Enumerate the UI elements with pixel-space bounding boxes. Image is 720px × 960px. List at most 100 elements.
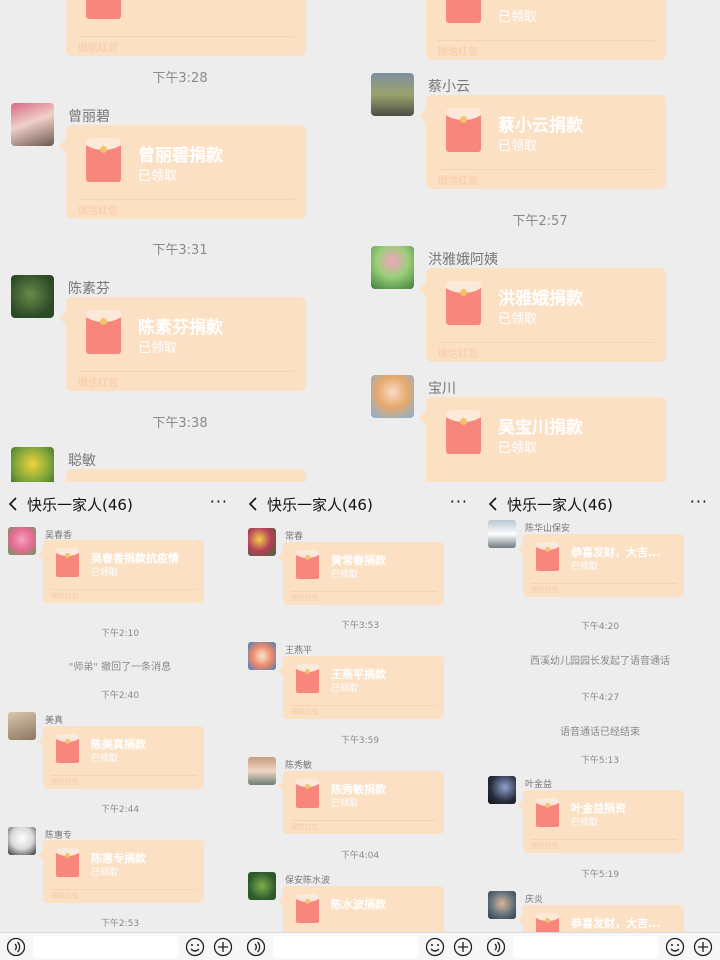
red-packet-title: 陈美真捐款 [91,738,146,751]
avatar[interactable] [11,275,54,318]
emoji-icon[interactable] [425,937,445,957]
avatar[interactable] [371,73,414,116]
timestamp: 下午3:31 [152,243,208,258]
system-message: 西溪幼儿园园长发起了语音通话 [530,656,670,667]
red-packet-status: 已领取 [331,799,359,809]
zoomed-chat-left: 微信红包 下午3:28 曾丽碧 曾丽碧捐款 已领取 微信红包 下午3:31 陈素… [0,0,360,482]
red-packet-label: 微信红包 [531,583,676,595]
message-input[interactable] [33,936,178,958]
red-envelope-icon [296,894,319,923]
system-message: 语音通话已经结束 [560,727,640,738]
red-packet-card[interactable]: 微信红包 [66,0,306,56]
avatar[interactable] [248,872,276,900]
avatar[interactable] [248,757,276,785]
more-icon[interactable]: ··· [210,492,228,511]
emoji-icon[interactable] [185,937,205,957]
sender-name: 曾丽碧 [68,109,110,125]
red-packet-card[interactable]: 叶金益捐资 已领取 微信红包 [518,790,684,853]
red-packet-title: 陈水波捐款 [331,898,386,911]
input-bar [480,932,720,960]
red-envelope-icon [56,734,79,763]
sender-name: 陈华山保安 [525,524,571,534]
chat-panel-3: 快乐一家人(46) ··· 陈华山保安 恭喜发财，大吉... 已领取 微信红包 … [480,482,720,960]
avatar[interactable] [8,527,36,555]
red-packet-card[interactable]: 吴春香捐款抗疫情 已领取 微信红包 [38,540,204,603]
red-packet-card[interactable] [66,469,306,482]
message-input[interactable] [513,936,658,958]
red-packet-card[interactable]: 曾丽碧捐款 已领取 微信红包 [59,125,306,219]
chat-panel-1: 快乐一家人(46) ··· 吴春香 吴春香捐款抗疫情 已领取 微信红包 下午2:… [0,482,240,960]
sender-name: 美真 [45,716,64,726]
plus-icon[interactable] [213,937,233,957]
plus-icon[interactable] [453,937,473,957]
voice-icon[interactable] [246,937,266,957]
system-message: "师弟" 撤回了一条消息 [68,662,172,673]
chat-title: 快乐一家人(46) [27,496,133,514]
chat-title: 快乐一家人(46) [267,496,373,514]
red-packet-status: 已领取 [498,441,538,456]
avatar[interactable] [371,375,414,418]
chat-panel-2: 快乐一家人(46) ··· 常春 黄常春捐款 已领取 微信红包 下午3:53 王… [240,482,480,960]
avatar[interactable] [248,642,276,670]
plus-icon[interactable] [693,937,713,957]
timestamp: 下午3:28 [152,71,208,86]
sender-name: 王燕平 [285,646,313,656]
red-packet-title: 洪雅娥捐款 [498,289,583,309]
chat-header: 快乐一家人(46) ··· [480,482,720,526]
zoomed-chat-section: 微信红包 下午3:28 曾丽碧 曾丽碧捐款 已领取 微信红包 下午3:31 陈素… [0,0,720,482]
sender-name: 洪雅娥阿姨 [428,252,498,268]
red-packet-card[interactable]: 黄常春捐款 已领取 微信红包 [278,542,444,605]
avatar[interactable] [488,520,516,548]
red-envelope-icon [536,542,559,571]
timestamp: 下午3:53 [340,621,380,631]
chat-title: 快乐一家人(46) [507,496,613,514]
red-packet-card[interactable]: 洪雅娥捐款 已领取 微信红包 [419,268,666,362]
sender-name: 宝川 [428,381,456,397]
red-packet-card[interactable]: 已领取 微信红包 [426,0,666,60]
avatar[interactable] [371,246,414,289]
chevron-left-icon[interactable] [248,494,258,514]
red-envelope-icon [446,108,481,152]
red-packet-card[interactable]: 陈美真捐款 已领取 微信红包 [38,726,204,789]
voice-icon[interactable] [6,937,26,957]
red-envelope-icon [296,664,319,693]
red-envelope-icon [446,281,481,325]
red-packet-label: 微信红包 [51,589,196,601]
red-packet-card[interactable]: 蔡小云捐款 已领取 微信红包 [419,95,666,189]
timestamp: 下午5:19 [580,870,620,880]
red-envelope-icon [446,410,481,454]
red-envelope-icon [86,0,121,19]
red-packet-title: 蔡小云捐款 [498,116,583,136]
chevron-left-icon[interactable] [8,494,18,514]
avatar[interactable] [488,891,516,919]
avatar[interactable] [11,103,54,146]
emoji-icon[interactable] [665,937,685,957]
avatar[interactable] [248,528,276,556]
red-packet-title: 吴春香捐款抗疫情 [91,552,179,565]
red-packet-card[interactable]: 陈秀敏捐款 已领取 微信红包 [278,771,444,834]
sender-name: 蔡小云 [428,79,470,95]
chevron-left-icon[interactable] [488,494,498,514]
sender-name: 叶金益 [525,780,553,790]
voice-icon[interactable] [486,937,506,957]
red-packet-title: 陈素芬捐款 [138,318,223,338]
input-bar [240,932,480,960]
red-packet-card[interactable]: 吴宝川捐款 已领取 [419,397,666,482]
avatar[interactable] [488,776,516,804]
red-packet-card[interactable]: 王燕平捐款 已领取 微信红包 [278,656,444,719]
timestamp: 下午4:27 [580,693,620,703]
red-packet-title: 曾丽碧捐款 [138,146,223,166]
chat-header: 快乐一家人(46) ··· [0,482,240,526]
more-icon[interactable]: ··· [450,492,468,511]
more-icon[interactable]: ··· [690,492,708,511]
red-packet-label: 微信红包 [78,371,294,389]
avatar[interactable] [11,447,54,482]
red-packet-label: 微信红包 [531,839,676,851]
avatar[interactable] [8,827,36,855]
avatar[interactable] [8,712,36,740]
message-input[interactable] [273,936,418,958]
red-packet-card[interactable]: 陈惠专捐款 已领取 微信红包 [38,840,204,903]
red-packet-title: 王燕平捐款 [331,668,386,681]
red-packet-card[interactable]: 陈素芬捐款 已领取 微信红包 [59,297,306,391]
red-packet-card[interactable]: 恭喜发财，大吉... 已领取 微信红包 [518,534,684,597]
